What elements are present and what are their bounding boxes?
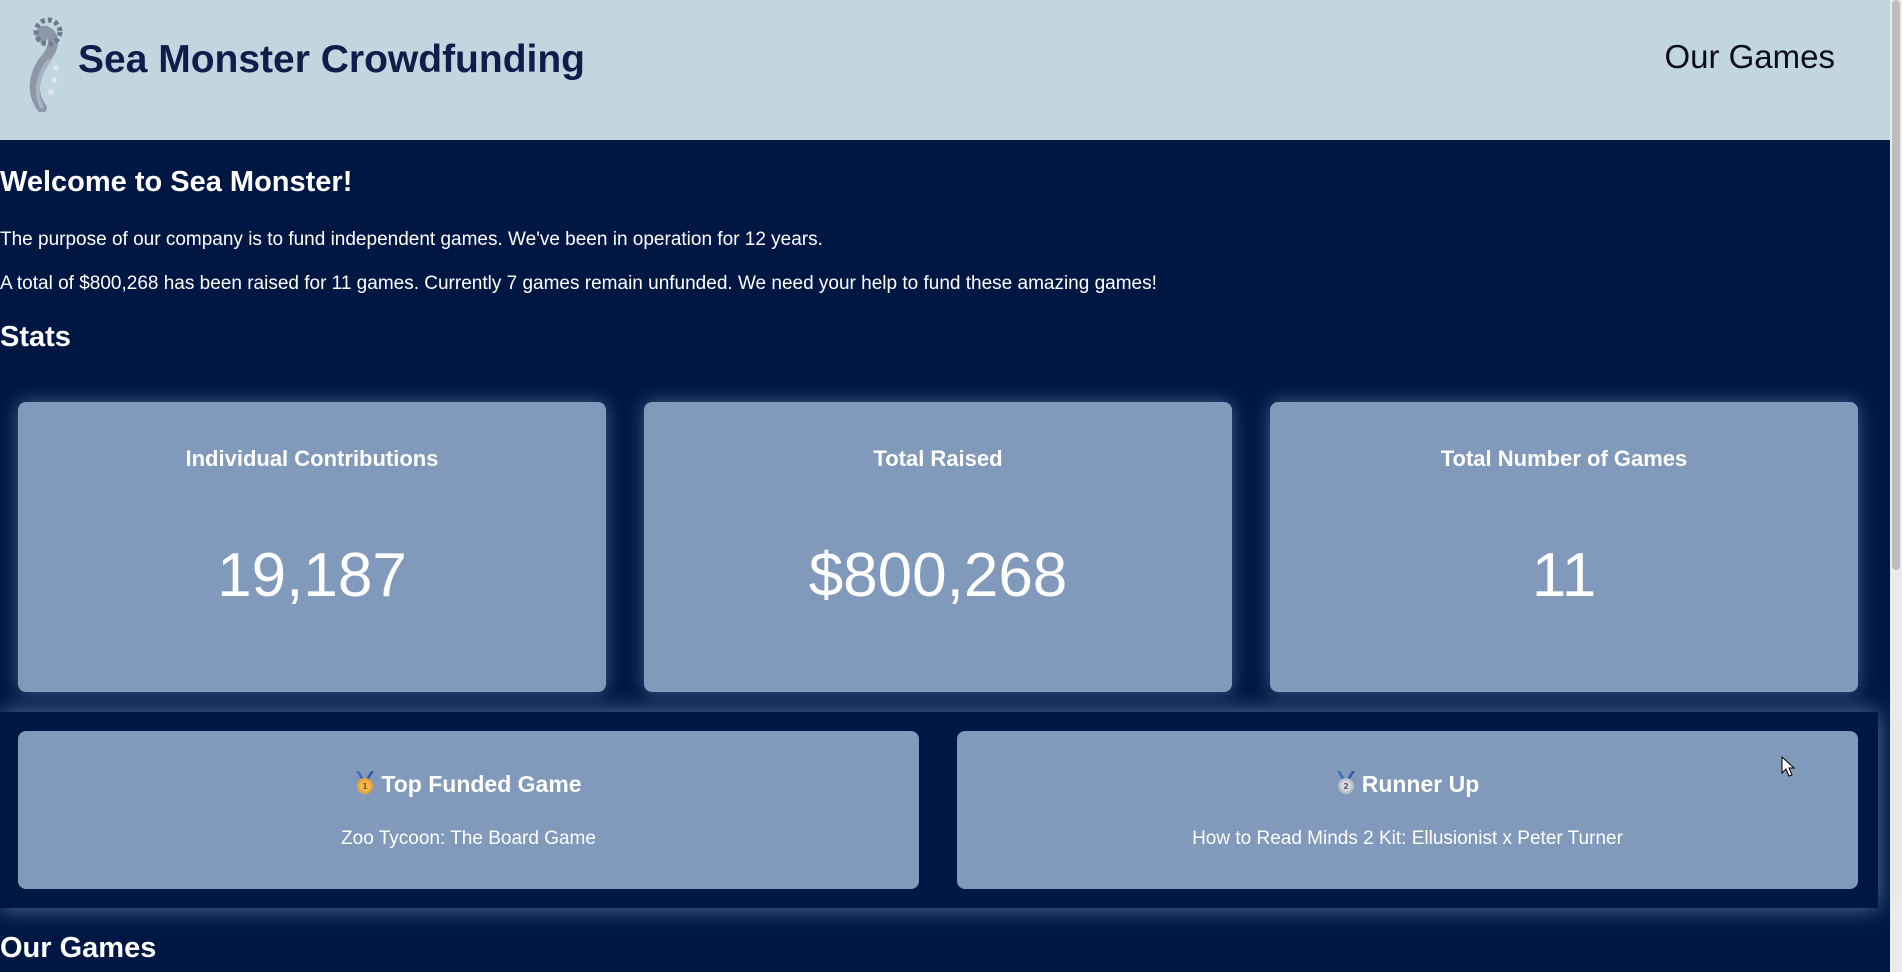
our-games-heading: Our Games — [0, 932, 157, 964]
runner-up-title: 2 Runner Up — [957, 771, 1858, 798]
stat-card-total-games: Total Number of Games 11 — [1270, 402, 1858, 692]
stat-value: $800,268 — [808, 541, 1068, 610]
gold-medal-icon: 1 — [356, 771, 375, 794]
site-title: Sea Monster Crowdfunding — [78, 38, 585, 81]
summary-text: A total of $800,268 has been raised for … — [0, 273, 1157, 294]
top-funded-game-card: 1 Top Funded Game Zoo Tycoon: The Board … — [18, 731, 919, 889]
sea-monster-tentacle-icon[interactable] — [24, 12, 72, 112]
mouse-pointer-icon — [1781, 756, 1795, 777]
nav-our-games-link[interactable]: Our Games — [1664, 38, 1835, 76]
stat-card-contributions: Individual Contributions 19,187 — [18, 402, 606, 692]
silver-medal-number: 2 — [1343, 782, 1349, 791]
top-funded-title-text: Top Funded Game — [381, 771, 582, 797]
scrollbar-thumb[interactable] — [1892, 0, 1900, 570]
stats-heading: Stats — [0, 321, 71, 353]
stat-value: 19,187 — [217, 541, 407, 610]
vertical-scrollbar[interactable] — [1890, 0, 1902, 972]
runner-up-title-text: Runner Up — [1361, 771, 1480, 797]
stat-label: Total Number of Games — [1440, 446, 1688, 471]
welcome-heading: Welcome to Sea Monster! — [0, 166, 353, 198]
stat-label: Individual Contributions — [185, 446, 439, 471]
silver-medal-icon: 2 — [1336, 771, 1355, 794]
runner-up-game-card: 2 Runner Up How to Read Minds 2 Kit: Ell… — [957, 731, 1858, 889]
site-header: Sea Monster Crowdfunding Our Games — [0, 0, 1890, 140]
top-funded-title: 1 Top Funded Game — [18, 771, 919, 798]
gold-medal-number: 1 — [363, 782, 369, 791]
top-funded-game-name: Zoo Tycoon: The Board Game — [341, 828, 596, 849]
stat-value: 11 — [1531, 541, 1597, 610]
purpose-text: The purpose of our company is to fund in… — [0, 229, 823, 250]
stat-card-total-raised: Total Raised $800,268 — [644, 402, 1232, 692]
runner-up-game-name: How to Read Minds 2 Kit: Ellusionist x P… — [1192, 828, 1623, 849]
stat-label: Total Raised — [873, 446, 1003, 471]
